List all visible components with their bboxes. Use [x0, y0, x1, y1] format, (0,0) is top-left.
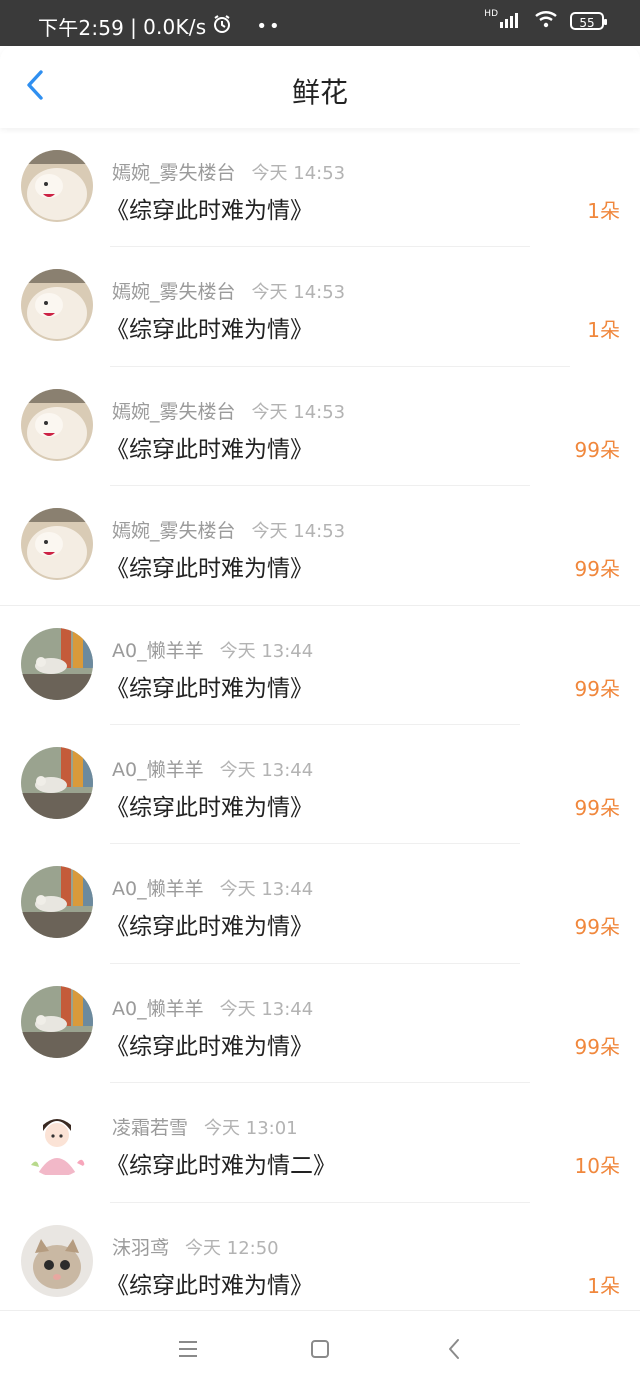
avatar[interactable]: [21, 1224, 93, 1297]
hd-label: HD: [484, 9, 498, 19]
system-nav-bar: [0, 1310, 640, 1388]
book-title: 《综穿此时难为情》: [106, 198, 313, 224]
avatar[interactable]: [21, 269, 93, 342]
book-title: 《综穿此时难为情》: [106, 794, 313, 821]
list-item[interactable]: A0_懒羊羊 今天 13:44 《综穿此时难为情》 99朵: [0, 844, 640, 964]
status-bar: 下午2:59 | 0.0K/s •• HD 55: [0, 0, 640, 46]
list-item[interactable]: 凌霜若雪 今天 13:01 《综穿此时难为情二》 10朵: [0, 1083, 640, 1203]
user-name: A0_懒羊羊: [112, 878, 204, 901]
book-title: 《综穿此时难为情二》: [106, 1153, 336, 1180]
avatar[interactable]: [21, 150, 93, 222]
avatar[interactable]: [21, 388, 93, 461]
flower-count: 1朵: [587, 1273, 620, 1298]
list-item[interactable]: 嫣婉_雾失楼台 今天 14:53 《综穿此时难为情》 99朵: [0, 486, 640, 606]
user-name: A0_懒羊羊: [112, 997, 204, 1020]
gift-time: 今天 12:50: [185, 1237, 279, 1259]
signal-icon: [500, 10, 522, 32]
avatar[interactable]: [21, 627, 93, 700]
book-title: 《综穿此时难为情》: [106, 1272, 313, 1299]
book-title: 《综穿此时难为情》: [106, 675, 313, 702]
gift-time: 今天 14:53: [251, 282, 346, 304]
gift-time: 今天 13:44: [219, 879, 314, 901]
flower-count: 99朵: [574, 437, 620, 462]
avatar[interactable]: [21, 985, 93, 1058]
book-title: 《综穿此时难为情》: [106, 914, 313, 941]
list-item[interactable]: A0_懒羊羊 今天 13:44 《综穿此时难为情》 99朵: [0, 964, 640, 1084]
triangle-back-icon: [446, 1338, 462, 1364]
list-item[interactable]: 沫羽鸢 今天 12:50 《综穿此时难为情》 1朵: [0, 1203, 640, 1322]
avatar[interactable]: [21, 746, 93, 819]
flower-count: 10朵: [574, 1154, 620, 1179]
flower-count: 99朵: [574, 557, 620, 582]
gift-time: 今天 14:53: [251, 401, 346, 423]
gift-time: 今天 13:44: [219, 640, 314, 662]
wifi-icon: [534, 10, 558, 32]
menu-button[interactable]: [174, 1337, 202, 1365]
alarm-icon: [212, 14, 232, 39]
gift-time: 今天 13:44: [219, 759, 314, 781]
avatar[interactable]: [21, 1105, 93, 1178]
flower-gift-list: 嫣婉_雾失楼台 今天 14:53 《综穿此时难为情》 1朵 嫣婉_雾失楼台 今天 1…: [0, 128, 640, 1322]
avatar[interactable]: [21, 866, 93, 939]
user-name: 沫羽鸢: [112, 1236, 170, 1259]
gift-time: 今天 13:01: [204, 1118, 298, 1140]
flower-count: 1朵: [587, 199, 620, 223]
list-item[interactable]: 嫣婉_雾失楼台 今天 14:53 《综穿此时难为情》 1朵: [0, 128, 640, 248]
gift-time: 今天 14:53: [251, 163, 346, 184]
flower-count: 99朵: [574, 915, 620, 940]
user-name: A0_懒羊羊: [112, 639, 204, 662]
flower-count: 1朵: [587, 318, 620, 343]
user-name: 嫣婉_雾失楼台: [112, 520, 236, 543]
list-item[interactable]: 嫣婉_雾失楼台 今天 14:53 《综穿此时难为情》 99朵: [0, 367, 640, 487]
flower-count: 99朵: [574, 795, 620, 820]
user-name: 凌霜若雪: [112, 1117, 189, 1140]
notification-dots: ••: [256, 16, 282, 37]
square-home-icon: [309, 1338, 331, 1364]
list-item[interactable]: A0_懒羊羊 今天 13:44 《综穿此时难为情》 99朵: [0, 725, 640, 845]
list-item[interactable]: 嫣婉_雾失楼台 今天 14:53 《综穿此时难为情》 1朵: [0, 247, 640, 367]
user-name: 嫣婉_雾失楼台: [112, 281, 236, 304]
status-right: HD 55: [484, 9, 607, 32]
nav-bar: 鲜花: [0, 46, 640, 128]
flower-count: 99朵: [574, 676, 620, 701]
book-title: 《综穿此时难为情》: [106, 556, 313, 583]
book-title: 《综穿此时难为情》: [106, 1033, 313, 1060]
system-back-button[interactable]: [440, 1337, 468, 1365]
user-name: A0_懒羊羊: [112, 758, 204, 781]
list-item[interactable]: A0_懒羊羊 今天 13:44 《综穿此时难为情》 99朵: [0, 606, 640, 725]
menu-icon: [177, 1340, 199, 1362]
book-title: 《综穿此时难为情》: [106, 317, 313, 344]
status-left: 下午2:59 | 0.0K/s ••: [38, 12, 282, 41]
user-name: 嫣婉_雾失楼台: [112, 400, 236, 423]
page-title: 鲜花: [291, 76, 348, 109]
gift-time: 今天 14:53: [251, 521, 346, 543]
network-speed: 0.0K/s: [143, 14, 207, 39]
gift-time: 今天 13:44: [219, 998, 314, 1020]
home-button[interactable]: [306, 1337, 334, 1365]
book-title: 《综穿此时难为情》: [106, 436, 313, 463]
avatar[interactable]: [21, 508, 93, 581]
status-time: 下午2:59: [38, 16, 125, 40]
flower-count: 99朵: [574, 1034, 620, 1059]
battery-icon: 55: [570, 12, 607, 30]
user-name: 嫣婉_雾失楼台: [112, 162, 236, 184]
